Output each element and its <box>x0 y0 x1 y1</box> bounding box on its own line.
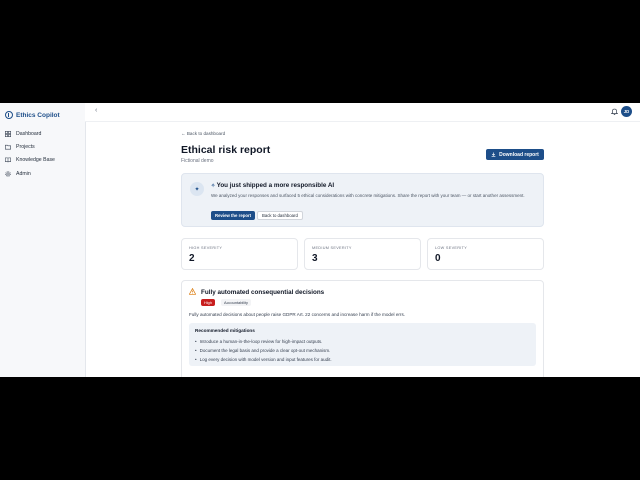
success-banner: ✦ ✧ You just shipped a more responsible … <box>181 173 544 227</box>
sidebar-nav: Dashboard Projects Knowledge Base Admin <box>5 127 55 180</box>
page-subtitle: Fictional demo <box>181 158 214 164</box>
download-report-button[interactable]: Download report <box>486 149 544 160</box>
list-item: Document the legal basis and provide a c… <box>195 346 332 355</box>
banner-title-text: You just shipped a more responsible AI <box>216 182 335 189</box>
sidebar-item-admin[interactable]: Admin <box>5 167 55 180</box>
app-window: Ethics Copilot Dashboard Projects Knowle… <box>0 103 640 377</box>
brand[interactable]: Ethics Copilot <box>5 109 60 121</box>
severity-badge: High <box>201 299 216 306</box>
sidebar-item-label: Knowledge Base <box>16 157 55 164</box>
sparkle-icon: ✦ <box>190 182 204 196</box>
stat-value: 3 <box>312 253 318 264</box>
banner-title: ✧ You just shipped a more responsible AI <box>211 182 334 189</box>
back-to-dashboard-link[interactable]: ← Back to dashboard <box>181 131 544 136</box>
sidebar-item-projects[interactable]: Projects <box>5 140 55 153</box>
sidebar-item-label: Projects <box>16 143 35 150</box>
severity-stats: HIGH SEVERITY 2 MEDIUM SEVERITY 3 LOW SE… <box>181 238 544 270</box>
finding-card: Fully automated consequential decisions … <box>181 280 544 377</box>
brand-name: Ethics Copilot <box>16 111 60 119</box>
warning-icon <box>189 288 196 295</box>
list-item: Introduce a human-in-the-loop review for… <box>195 337 332 346</box>
stat-card-high: HIGH SEVERITY 2 <box>181 238 298 270</box>
banner-text: We analyzed your responses and surfaced … <box>211 193 525 198</box>
mitigations-list: Introduce a human-in-the-loop review for… <box>195 337 332 364</box>
stat-label: LOW SEVERITY <box>435 246 468 250</box>
finding-title: Fully automated consequential decisions <box>201 289 325 296</box>
review-report-button[interactable]: Review the report <box>211 211 256 220</box>
mitigations-box: Recommended mitigations Introduce a huma… <box>189 323 536 366</box>
sidebar-item-knowledge-base[interactable]: Knowledge Base <box>5 154 55 167</box>
stat-value: 0 <box>435 253 441 264</box>
sidebar: Ethics Copilot Dashboard Projects Knowle… <box>0 103 86 377</box>
main-content: ← Back to dashboard Ethical risk report … <box>181 131 544 377</box>
page-title: Ethical risk report <box>181 144 271 156</box>
category-badge: Accountability <box>221 299 252 306</box>
collapse-sidebar-icon[interactable]: ‹ <box>95 107 97 114</box>
bell-icon[interactable] <box>611 108 618 115</box>
finding-description: Fully automated decisions about people r… <box>189 312 406 317</box>
avatar[interactable]: JD <box>621 106 632 117</box>
book-icon <box>5 157 13 163</box>
gear-icon <box>5 170 13 177</box>
download-report-label: Download report <box>499 151 539 158</box>
list-item: Log every decision with model version an… <box>195 355 332 364</box>
stat-card-medium: MEDIUM SEVERITY 3 <box>304 238 421 270</box>
grid-icon <box>5 130 13 137</box>
topbar: ‹ JD <box>85 103 640 122</box>
stat-label: MEDIUM SEVERITY <box>312 246 352 250</box>
folder-icon <box>5 144 13 150</box>
brand-logo-icon <box>5 111 13 119</box>
sidebar-item-label: Dashboard <box>16 130 42 137</box>
sidebar-item-label: Admin <box>16 170 31 177</box>
banner-back-to-dashboard-button[interactable]: Back to dashboard <box>257 211 303 220</box>
sidebar-item-dashboard[interactable]: Dashboard <box>5 127 55 140</box>
stat-value: 2 <box>189 253 195 264</box>
stat-card-low: LOW SEVERITY 0 <box>427 238 544 270</box>
stat-label: HIGH SEVERITY <box>189 246 223 250</box>
mitigations-title: Recommended mitigations <box>195 328 255 333</box>
download-icon <box>491 152 496 157</box>
